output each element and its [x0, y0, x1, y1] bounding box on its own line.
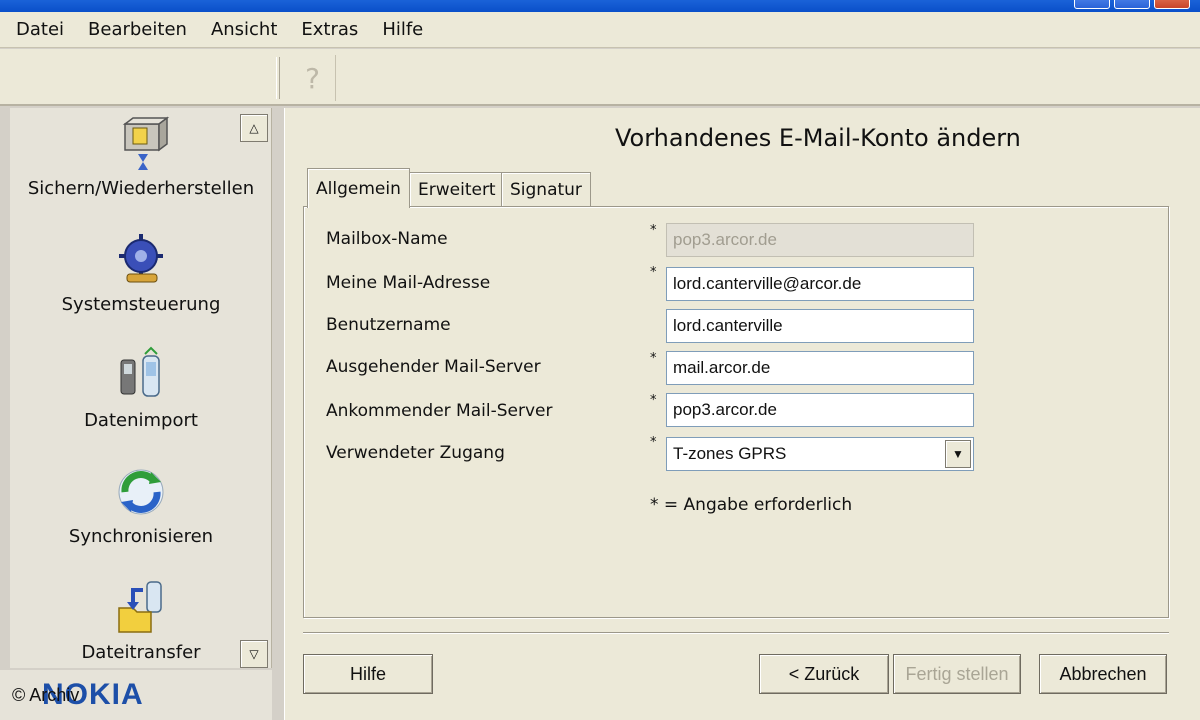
sidebar-item-label: Sichern/Wiederherstellen: [27, 178, 255, 199]
maximize-button[interactable]: [1114, 0, 1150, 9]
help-icon: ?: [305, 61, 320, 95]
data-import-icon: [120, 346, 160, 397]
chevron-down-icon: ▼: [952, 447, 964, 461]
mail-address-label: Meine Mail-Adresse: [326, 273, 491, 293]
access-select[interactable]: T-zones GPRS ▼: [666, 437, 974, 471]
username-field[interactable]: lord.canterville: [666, 309, 974, 343]
chevron-down-icon: ▽: [249, 647, 259, 661]
required-mark: *: [650, 265, 657, 280]
tab-panel-allgemein: Mailbox-Name * pop3.arcor.de Meine Mail-…: [303, 206, 1169, 618]
menu-bar: Datei Bearbeiten Ansicht Extras Hilfe: [0, 12, 1200, 48]
dropdown-button[interactable]: ▼: [945, 440, 971, 468]
help-button[interactable]: Hilfe: [303, 654, 433, 694]
minimize-button[interactable]: [1074, 0, 1110, 9]
toolbar-grip[interactable]: [276, 57, 280, 99]
sidebar-item-label: Synchronisieren: [68, 526, 214, 547]
menu-extras[interactable]: Extras: [301, 19, 358, 40]
dialog-panel: Vorhandenes E-Mail-Konto ändern Allgemei…: [284, 108, 1200, 720]
menu-ansicht[interactable]: Ansicht: [211, 19, 277, 40]
back-button[interactable]: < Zurück: [759, 654, 889, 694]
sidebar-item-control-panel[interactable]: Systemsteuerung: [10, 230, 272, 315]
tab-erweitert[interactable]: Erweitert: [409, 172, 505, 206]
file-transfer-icon: [118, 581, 162, 633]
sidebar-item-label: Systemsteuerung: [61, 294, 221, 315]
sidebar: Sichern/Wiederherstellen Systemsteuerung…: [10, 108, 272, 668]
access-label: Verwendeter Zugang: [326, 443, 505, 463]
mailbox-name-field: pop3.arcor.de: [666, 223, 974, 257]
chevron-up-icon: △: [249, 121, 259, 135]
page-title: Vorhandenes E-Mail-Konto ändern: [615, 124, 1021, 152]
toolbar: ?: [0, 49, 1200, 106]
required-mark: *: [650, 435, 657, 450]
mailbox-name-label: Mailbox-Name: [326, 229, 448, 249]
sidebar-item-file-transfer[interactable]: Dateitransfer: [10, 578, 272, 663]
sidebar-item-backup[interactable]: Sichern/Wiederherstellen: [10, 114, 272, 199]
sidebar-scroll-down-button[interactable]: ▽: [240, 640, 268, 668]
sync-icon: [118, 469, 164, 515]
tab-label: Erweitert: [418, 179, 496, 200]
required-mark: *: [650, 393, 657, 408]
incoming-server-label: Ankommender Mail-Server: [326, 401, 553, 421]
outgoing-server-field[interactable]: mail.arcor.de: [666, 351, 974, 385]
tab-signatur[interactable]: Signatur: [501, 172, 591, 206]
username-label: Benutzername: [326, 315, 451, 335]
menu-hilfe[interactable]: Hilfe: [382, 19, 423, 40]
sidebar-item-data-import[interactable]: Datenimport: [10, 346, 272, 431]
mail-address-field[interactable]: lord.canterville@arcor.de: [666, 267, 974, 301]
required-mark: *: [650, 351, 657, 366]
backup-icon: [122, 116, 170, 170]
access-select-value: T-zones GPRS: [673, 444, 787, 463]
close-button[interactable]: [1154, 0, 1190, 9]
cancel-button[interactable]: Abbrechen: [1039, 654, 1167, 694]
required-mark: *: [650, 223, 657, 238]
menu-bearbeiten[interactable]: Bearbeiten: [88, 19, 187, 40]
incoming-server-field[interactable]: pop3.arcor.de: [666, 393, 974, 427]
sidebar-item-label: Dateitransfer: [81, 642, 201, 663]
sidebar-scroll-up-button[interactable]: △: [240, 114, 268, 142]
sidebar-item-label: Datenimport: [84, 410, 198, 431]
outgoing-server-label: Ausgehender Mail-Server: [326, 357, 541, 377]
finish-button: Fertig stellen: [893, 654, 1021, 694]
menu-datei[interactable]: Datei: [16, 19, 64, 40]
sidebar-item-sync[interactable]: Synchronisieren: [10, 462, 272, 547]
control-panel-icon: [119, 234, 163, 283]
required-note: * = Angabe erforderlich: [650, 495, 853, 515]
divider: [303, 632, 1169, 634]
title-bar: [0, 0, 1200, 12]
archive-watermark: © Archiv: [12, 685, 80, 705]
tab-allgemein[interactable]: Allgemein: [307, 168, 410, 208]
help-tool-button[interactable]: ?: [290, 55, 336, 101]
tab-label: Signatur: [510, 179, 582, 200]
tab-label: Allgemein: [316, 178, 401, 199]
